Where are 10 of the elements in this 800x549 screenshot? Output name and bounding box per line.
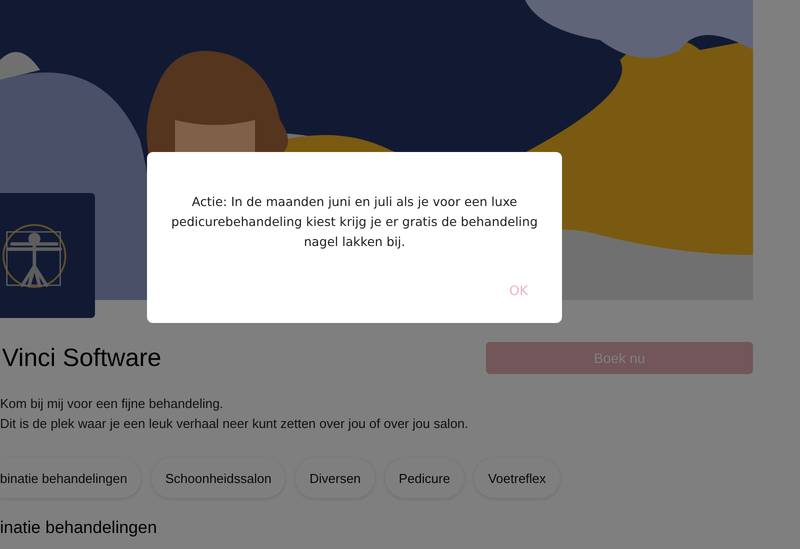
category-chip[interactable]: Diversen <box>295 458 375 498</box>
salon-description: Kom bij mij voor een fijne behandeling. Dit is de plek waar je een leuk verhaal neer kunt zetten over jou of over jou salon. <box>0 395 470 433</box>
logo-icon <box>0 193 95 318</box>
section-heading: inatie behandelingen <box>0 518 158 538</box>
category-chip[interactable]: binatie behandelingen <box>0 458 142 498</box>
category-chip[interactable]: Voetreflex <box>474 458 560 498</box>
dialog-message: Actie: In de maanden juni en juli als je voor een luxe pedicurebehandeling kiest krijg je er gratis de behandeling nagel lakken bij. <box>170 193 539 251</box>
category-chip[interactable]: Pedicure <box>384 458 464 498</box>
category-chip[interactable]: Schoonheidssalon <box>151 458 286 498</box>
salon-name: Vinci Software <box>2 344 162 372</box>
